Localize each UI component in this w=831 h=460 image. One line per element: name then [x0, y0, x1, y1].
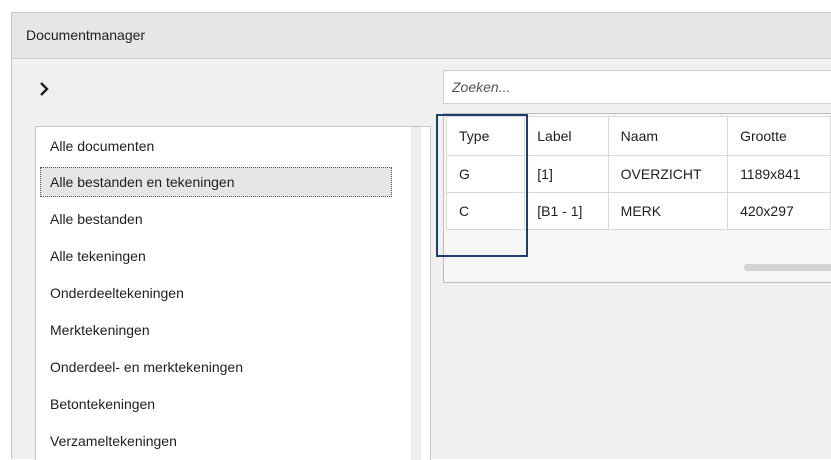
column-header-naam[interactable]: Naam	[607, 116, 729, 156]
chevron-right-icon[interactable]	[36, 79, 52, 99]
cell-grootte: 1189x841	[727, 155, 831, 193]
search-box[interactable]	[443, 70, 831, 104]
category-item-verzameltekeningen[interactable]: Verzameltekeningen	[40, 426, 392, 456]
category-list[interactable]: Alle documenten Alle bestanden en tekeni…	[35, 126, 431, 460]
cell-naam: MERK	[607, 192, 729, 230]
column-header-type[interactable]: Type	[445, 116, 526, 156]
document-grid: Type Label Naam Grootte G [1] OVERZICHT …	[445, 116, 831, 230]
cell-label: [1]	[524, 155, 609, 193]
document-manager-window: Documentmanager Alle documenten Alle bes…	[11, 12, 831, 460]
grid-horizontal-scrollbar[interactable]	[744, 264, 831, 271]
grid-header-row: Type Label Naam Grootte	[445, 116, 831, 156]
cell-naam: OVERZICHT	[607, 155, 729, 193]
window-title: Documentmanager	[26, 27, 146, 43]
cell-type: C	[445, 192, 526, 230]
title-bar: Documentmanager	[12, 13, 831, 59]
cell-type: G	[445, 155, 526, 193]
cell-label: [B1 - 1]	[524, 192, 609, 230]
category-item-alle-bestanden-en-tekeningen[interactable]: Alle bestanden en tekeningen	[40, 167, 392, 197]
column-header-label[interactable]: Label	[524, 116, 609, 156]
category-item-alle-bestanden[interactable]: Alle bestanden	[40, 204, 392, 234]
category-item-onderdeeltekeningen[interactable]: Onderdeeltekeningen	[40, 278, 392, 308]
table-row[interactable]: C [B1 - 1] MERK 420x297	[445, 192, 831, 230]
category-item-betontekeningen[interactable]: Betontekeningen	[40, 389, 392, 419]
search-input[interactable]	[444, 71, 831, 103]
category-item-onderdeel-en-merktekeningen[interactable]: Onderdeel- en merktekeningen	[40, 352, 392, 382]
column-header-grootte[interactable]: Grootte	[727, 116, 831, 156]
document-grid-panel: Type Label Naam Grootte G [1] OVERZICHT …	[443, 113, 831, 283]
table-row[interactable]: G [1] OVERZICHT 1189x841	[445, 155, 831, 193]
category-item-alle-documenten[interactable]: Alle documenten	[40, 131, 392, 161]
category-item-alle-tekeningen[interactable]: Alle tekeningen	[40, 241, 392, 271]
cell-grootte: 420x297	[727, 192, 831, 230]
category-item-merktekeningen[interactable]: Merktekeningen	[40, 315, 392, 345]
list-scrollbar[interactable]	[411, 127, 421, 460]
